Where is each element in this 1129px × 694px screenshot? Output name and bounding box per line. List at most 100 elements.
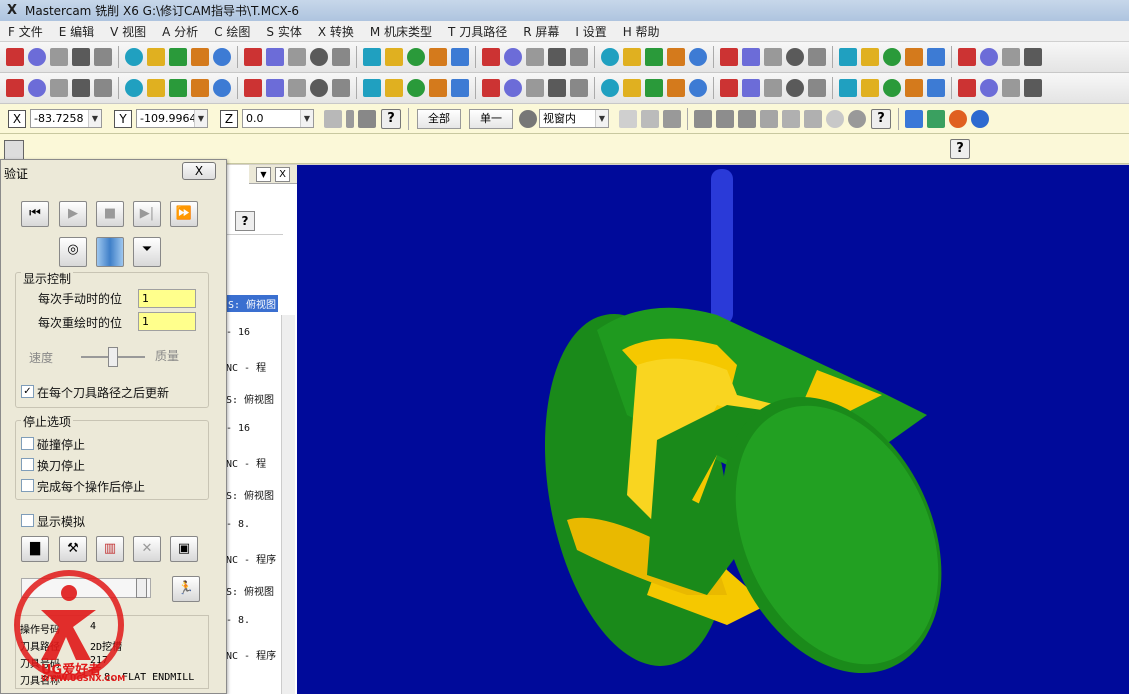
brush-icon[interactable]: [125, 48, 143, 66]
zoom-out-icon[interactable]: [927, 79, 945, 97]
fast-point-icon[interactable]: [324, 109, 342, 128]
sum-icon[interactable]: [570, 79, 588, 97]
stop-collision-checkbox[interactable]: [21, 437, 34, 450]
cursor-icon[interactable]: [641, 109, 659, 128]
hex-select-icon[interactable]: [738, 109, 756, 128]
speed-quality-slider[interactable]: [108, 347, 118, 367]
show-sim-checkbox[interactable]: [21, 514, 34, 527]
brush-icon[interactable]: [764, 48, 782, 66]
no-select-icon[interactable]: [826, 109, 844, 128]
render-icon[interactable]: [927, 109, 945, 128]
shade-icon[interactable]: [332, 79, 350, 97]
autocursor-icon[interactable]: [358, 109, 376, 128]
print-icon[interactable]: [720, 79, 738, 97]
check-select-icon[interactable]: [804, 109, 822, 128]
select-single-button[interactable]: 单一: [469, 108, 513, 129]
chart-icon[interactable]: [601, 79, 619, 97]
select-all-button[interactable]: 全部: [417, 108, 461, 129]
move-icon[interactable]: [839, 48, 857, 66]
attr-icon[interactable]: [504, 79, 522, 97]
operation-list-item[interactable]: NC - 程序: [226, 647, 276, 662]
menu-item-8[interactable]: T 刀具路径: [440, 23, 515, 40]
zoom-icon[interactable]: [244, 48, 262, 66]
redo-icon[interactable]: [169, 79, 187, 97]
wrench-icon[interactable]: ⚒: [59, 536, 87, 562]
save-icon[interactable]: [50, 48, 68, 66]
chart-icon[interactable]: [601, 48, 619, 66]
draw-icon[interactable]: [429, 48, 447, 66]
stop-button[interactable]: ■: [96, 201, 124, 227]
cube-icon[interactable]: [363, 48, 381, 66]
column-view-icon[interactable]: [96, 237, 124, 267]
help-icon[interactable]: ?: [950, 139, 970, 159]
sphere-icon[interactable]: [407, 79, 425, 97]
sphere-icon[interactable]: [407, 48, 425, 66]
graphics-viewport[interactable]: [297, 165, 1129, 694]
y-coord-field[interactable]: -109.9964 ▼: [136, 109, 208, 128]
grid-icon[interactable]: [548, 48, 566, 66]
operation-list-item[interactable]: - 16: [226, 327, 250, 338]
preview-icon[interactable]: [742, 79, 760, 97]
file-icon[interactable]: [6, 48, 24, 66]
menu-item-3[interactable]: A 分析: [154, 23, 206, 40]
preview-icon[interactable]: [94, 79, 112, 97]
stock-icon[interactable]: ▇: [21, 536, 49, 562]
chevron-down-icon[interactable]: ▼: [300, 110, 313, 127]
level-icon[interactable]: [482, 48, 500, 66]
ops-scrollbar[interactable]: [281, 315, 295, 694]
view-icon[interactable]: [310, 48, 328, 66]
brush-icon[interactable]: [764, 79, 782, 97]
z-coord-label[interactable]: Z: [220, 109, 238, 128]
cube-icon[interactable]: [1002, 48, 1020, 66]
chain-select-icon[interactable]: [619, 109, 637, 128]
plane-icon[interactable]: [451, 79, 469, 97]
save-icon[interactable]: [50, 79, 68, 97]
cube-icon[interactable]: [1002, 79, 1020, 97]
menu-item-0[interactable]: F 文件: [0, 23, 51, 40]
chevron-down-icon[interactable]: ▼: [595, 110, 608, 127]
shade-icon[interactable]: [332, 48, 350, 66]
zoom-icon[interactable]: [883, 48, 901, 66]
menu-item-9[interactable]: R 屏幕: [515, 23, 567, 40]
zoom-out-icon[interactable]: [927, 48, 945, 66]
zoom-fit-icon[interactable]: [905, 48, 923, 66]
operation-list-item[interactable]: S: 俯视图: [226, 391, 274, 406]
settings-coin-icon[interactable]: ◎: [59, 237, 87, 267]
step-input[interactable]: 1: [138, 289, 196, 308]
print-icon[interactable]: [72, 48, 90, 66]
fast-forward-button[interactable]: ⏩: [170, 201, 198, 227]
operation-list-item[interactable]: NC - 程: [226, 455, 266, 470]
print-icon[interactable]: [720, 48, 738, 66]
rewind-button[interactable]: ⏮: [21, 201, 49, 227]
color-icon[interactable]: [861, 79, 879, 97]
operation-list-item[interactable]: - 16: [226, 423, 250, 434]
chevron-down-icon[interactable]: ▼: [88, 110, 101, 127]
help-icon[interactable]: ?: [235, 211, 255, 231]
save-icon[interactable]: ▣: [170, 536, 198, 562]
open-icon[interactable]: [667, 79, 685, 97]
rotate-icon[interactable]: [385, 79, 403, 97]
help-icon[interactable]: ?: [871, 108, 891, 129]
help-icon[interactable]: ?: [381, 108, 401, 129]
zoom-out-icon[interactable]: [288, 48, 306, 66]
operation-list-item[interactable]: S: 俯视图: [226, 487, 274, 502]
chevron-down-icon[interactable]: ▼: [194, 110, 207, 127]
redo-icon[interactable]: [808, 79, 826, 97]
color-icon[interactable]: [861, 48, 879, 66]
zoom-out-icon[interactable]: [288, 79, 306, 97]
funnel-icon[interactable]: ⏷: [133, 237, 161, 267]
rotate-icon[interactable]: [1024, 79, 1042, 97]
menu-item-6[interactable]: X 转换: [310, 23, 362, 40]
save-icon[interactable]: [689, 48, 707, 66]
sum-icon[interactable]: [570, 48, 588, 66]
play-button[interactable]: ▶: [59, 201, 87, 227]
menu-item-10[interactable]: I 设置: [567, 23, 614, 40]
sim-slider-thumb[interactable]: [136, 578, 147, 598]
zoom-icon[interactable]: [883, 79, 901, 97]
color-icon[interactable]: [213, 79, 231, 97]
disabled-tool-icon[interactable]: ✕: [133, 536, 161, 562]
file-icon[interactable]: [645, 79, 663, 97]
rotate-icon[interactable]: [1024, 48, 1042, 66]
menu-item-4[interactable]: C 绘图: [206, 23, 258, 40]
step-button[interactable]: ▶|: [133, 201, 161, 227]
